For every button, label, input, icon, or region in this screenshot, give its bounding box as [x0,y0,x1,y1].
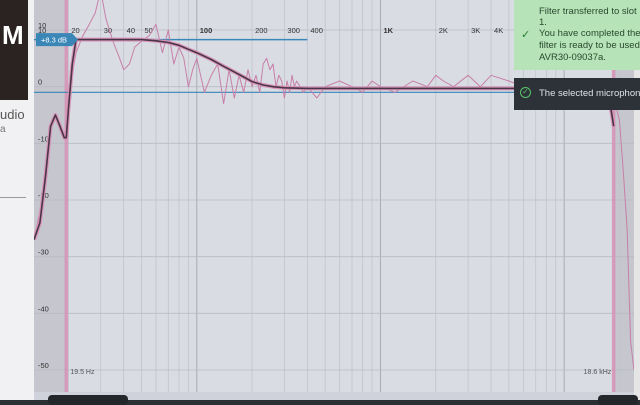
high-limit-label: 18.6 kHz [584,369,612,376]
sidebar: M udio a [0,0,34,400]
info-check-icon: ✓ [520,87,531,98]
x-tick-label-11: 300 [287,26,300,35]
toast-success[interactable]: Filter transferred to slot 1. ✓ You have… [514,0,640,70]
next-button[interactable] [598,395,638,405]
toast-info-text: The selected microphone i [539,88,640,99]
gain-handle-badge-label[interactable]: +8.3 dB [41,36,67,45]
y-tick-label-6: -50 [38,361,49,370]
y-tick-label-0: 10 [38,21,46,30]
x-tick-label-3: 40 [127,26,135,35]
x-tick-label-4: 50 [144,26,152,35]
sidebar-subtitle: a [0,124,6,135]
logo: M [0,0,28,100]
toast-success-line3: AVR30-09037a. [539,52,606,63]
x-tick-label-1: 20 [71,26,79,35]
x-tick-label-19: 2K [439,26,448,35]
x-tick-label-20: 3K [471,26,480,35]
low-limit-label: 19.5 Hz [70,369,95,376]
x-tick-label-12: 400 [310,26,323,35]
y-tick-label-1: 0 [38,78,42,87]
x-tick-label-21: 4K [494,26,503,35]
sidebar-divider [0,197,26,198]
logo-letter: M [2,20,24,50]
x-tick-label-18: 1K [383,26,393,35]
x-tick-label-9: 100 [200,26,213,35]
check-icon: ✓ [521,29,531,41]
back-button[interactable] [48,395,128,405]
y-tick-label-4: -30 [38,248,49,257]
sidebar-title: udio [0,107,25,122]
x-tick-label-10: 200 [255,26,268,35]
y-tick-label-5: -40 [38,304,49,313]
toast-info[interactable]: ✓ The selected microphone i [514,78,640,110]
toast-success-title: Filter transferred to slot 1. [539,6,637,28]
toast-success-line2: filter is ready to be used or [539,40,640,51]
toast-success-line1: You have completed the pr [539,28,640,39]
